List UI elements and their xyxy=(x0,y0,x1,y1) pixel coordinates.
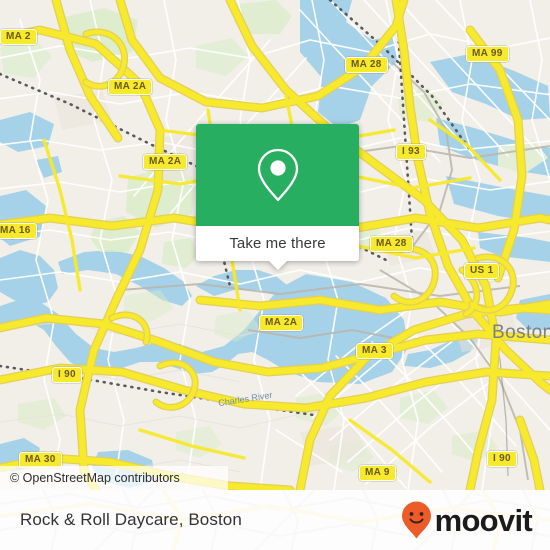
moovit-wordmark: moovit xyxy=(434,502,533,538)
take-me-there-button[interactable]: Take me there xyxy=(196,226,359,261)
road-shield-ma-16: MA 16 xyxy=(0,223,37,239)
road-shield-ma-3: MA 3 xyxy=(356,343,393,359)
place-popup-card[interactable]: Take me there xyxy=(196,124,359,270)
road-shield-ma-99: MA 99 xyxy=(466,46,509,62)
moovit-brand-logo[interactable]: moovit xyxy=(400,500,533,540)
map-canvas[interactable]: .wtr { fill:#a5d2e8; } .prk { fill:#d8ec… xyxy=(0,0,550,490)
road-shield-us-1: US 1 xyxy=(464,263,500,279)
road-shield-ma-28: MA 28 xyxy=(345,57,388,73)
footer-bar: Rock & Roll Daycare, Boston moovit xyxy=(0,490,550,550)
moovit-place-card-screen: .wtr { fill:#a5d2e8; } .prk { fill:#d8ec… xyxy=(0,0,550,550)
popup-pointer-tail xyxy=(268,261,287,270)
road-shield-i-90: I 90 xyxy=(52,367,82,383)
map-pin-icon xyxy=(257,148,298,202)
road-shield-ma-28: MA 28 xyxy=(370,236,413,252)
road-shield-i-93: I 93 xyxy=(396,144,426,160)
place-popup-image xyxy=(196,124,359,226)
place-title: Rock & Roll Daycare, Boston xyxy=(20,510,242,529)
road-shield-i-90: I 90 xyxy=(487,451,517,467)
road-shield-ma-2: MA 2 xyxy=(0,29,37,45)
place-popup-card-body: Take me there xyxy=(196,124,359,261)
road-shield-ma-2a: MA 2A xyxy=(143,154,188,170)
road-shield-ma-9: MA 9 xyxy=(359,465,396,481)
moovit-smiley-pin-icon xyxy=(401,501,431,539)
road-shield-ma-2a: MA 2A xyxy=(108,79,153,95)
map-city-label: Boston xyxy=(492,322,550,343)
road-shield-ma-2a: MA 2A xyxy=(259,315,304,331)
map-attribution[interactable]: © OpenStreetMap contributors xyxy=(0,466,228,490)
